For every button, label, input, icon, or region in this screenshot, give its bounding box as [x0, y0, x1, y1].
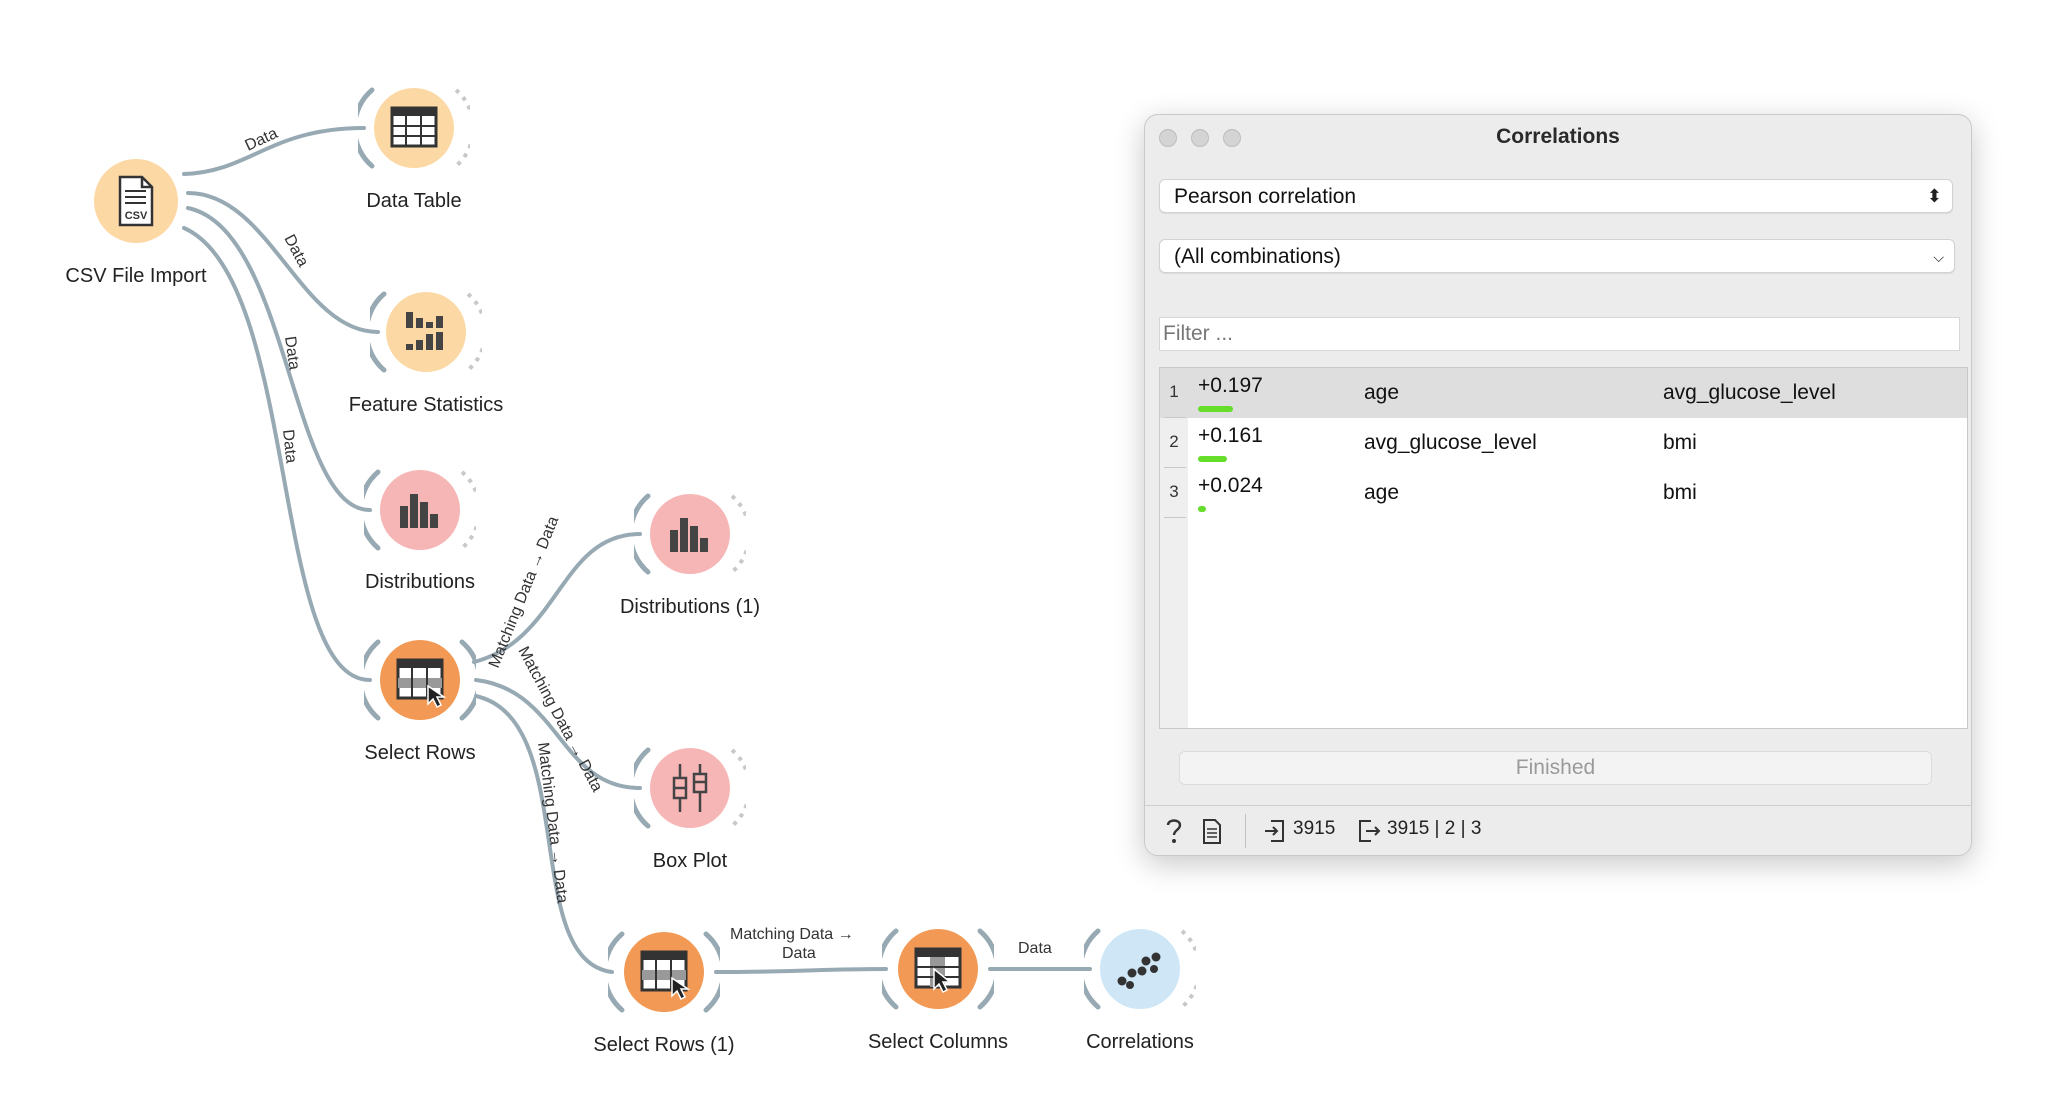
node-label-distributions: Distributions: [364, 571, 476, 593]
link-label-matching-4a: Matching Data →: [730, 926, 854, 943]
updown-chevron-icon: ⬍: [1926, 186, 1942, 206]
link-label-data-5: Data: [1018, 940, 1052, 957]
link-label-matching-3: Matching Data → Data: [534, 741, 571, 904]
row-number: 3: [1169, 482, 1179, 501]
feature-b-name: bmi: [1663, 431, 1697, 454]
link-label-matching-4b: Data: [782, 945, 816, 962]
node-label-select-rows-1: Select Rows (1): [593, 1034, 735, 1056]
window-titlebar[interactable]: Correlations: [1145, 115, 1971, 159]
csv-icon-text: CSV: [125, 210, 148, 222]
link-label-data-4: Data: [279, 429, 299, 464]
correlation-value: +0.197: [1198, 374, 1263, 397]
correlation-method-select[interactable]: Pearson correlation ⬍: [1159, 179, 1953, 213]
node-label-distributions-1: Distributions (1): [619, 596, 761, 618]
link-selectrows-selectrows1[interactable]: [474, 694, 614, 974]
table-row[interactable]: 1 +0.197 age avg_glucose_level: [1160, 368, 1967, 418]
node-select-rows-1[interactable]: [608, 916, 720, 1028]
node-label-data-table: Data Table: [366, 190, 462, 212]
help-icon[interactable]: [1163, 816, 1185, 846]
node-label-box-plot: Box Plot: [652, 850, 728, 872]
chevron-down-icon: ⌵: [1933, 249, 1944, 265]
finished-button[interactable]: Finished: [1179, 751, 1932, 785]
correlation-strength-bar: [1198, 506, 1206, 512]
status-bar: 3915 3915 | 2 | 3: [1145, 805, 1971, 855]
node-label-correlations: Correlations: [1086, 1031, 1194, 1053]
table-row[interactable]: 2 +0.161 avg_glucose_level bmi: [1160, 418, 1967, 468]
feature-b-name: bmi: [1663, 481, 1697, 504]
correlation-value: +0.161: [1198, 424, 1263, 447]
feature-a-name: avg_glucose_level: [1364, 431, 1537, 454]
node-distributions-1[interactable]: [634, 478, 746, 590]
correlation-method-value: Pearson correlation: [1174, 185, 1357, 208]
feature-a-name: age: [1364, 381, 1400, 404]
node-box-plot[interactable]: [634, 732, 746, 844]
node-distributions[interactable]: [364, 454, 476, 566]
row-number: 1: [1169, 382, 1179, 401]
correlations-window: Correlations Pearson correlation ⬍ (All …: [1144, 114, 1972, 856]
status-input-count: 3915: [1293, 818, 1336, 839]
node-select-rows[interactable]: [364, 624, 476, 736]
status-separator: [1245, 814, 1246, 848]
correlation-table[interactable]: 1 +0.197 age avg_glucose_level 2 +0.161 avg_gl…: [1159, 367, 1968, 729]
node-label-select-rows: Select Rows: [364, 742, 476, 764]
link-selectrows1-selectcolumns[interactable]: [714, 967, 888, 974]
feature-b-name: avg_glucose_level: [1663, 381, 1836, 404]
correlation-value: +0.024: [1198, 474, 1263, 497]
feature-select[interactable]: (All combinations) ⌵: [1159, 239, 1955, 273]
report-icon[interactable]: [1201, 816, 1223, 846]
row-header-divider: [1164, 517, 1186, 518]
table-row[interactable]: 3 +0.024 age bmi: [1160, 468, 1967, 518]
node-data-table[interactable]: [358, 72, 470, 184]
input-icon: [1265, 820, 1284, 842]
correlation-strength-bar: [1198, 406, 1234, 412]
feature-a-name: age: [1364, 481, 1400, 504]
node-csv-file-import[interactable]: CSV: [80, 145, 192, 257]
node-correlations[interactable]: [1084, 913, 1196, 1025]
feature-select-value: (All combinations): [1174, 245, 1341, 268]
filter-input[interactable]: [1159, 317, 1960, 351]
output-icon: [1359, 820, 1381, 842]
window-title: Correlations: [1496, 125, 1620, 148]
link-csv-selectrows[interactable]: [182, 226, 372, 682]
node-select-columns[interactable]: [882, 913, 994, 1025]
status-output-summary: 3915 | 2 | 3: [1387, 818, 1482, 839]
link-csv-featurestats[interactable]: [186, 191, 380, 334]
correlation-strength-bar: [1198, 456, 1227, 462]
row-number: 2: [1169, 432, 1179, 451]
link-label-data-3: Data: [281, 335, 303, 371]
node-label-feature-statistics: Feature Statistics: [348, 394, 504, 416]
node-feature-statistics[interactable]: [370, 276, 482, 388]
node-label-csv: CSV File Import: [65, 265, 207, 287]
link-label-matching-2: Matching Data → Data: [514, 644, 605, 795]
